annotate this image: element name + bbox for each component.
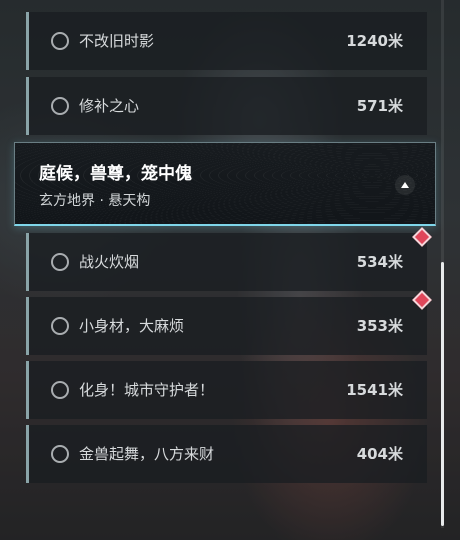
- area-title: 庭候，兽尊，笼中傀: [39, 164, 192, 184]
- location-name: 金兽起舞，八方来财: [79, 445, 215, 463]
- location-name: 战火炊烟: [79, 253, 140, 271]
- list-item-location[interactable]: 战火炊烟 534米: [26, 233, 427, 291]
- radio-circle-icon[interactable]: [51, 445, 69, 463]
- list-item-location[interactable]: 小身材，大麻烦 353米: [26, 297, 427, 355]
- area-group-header[interactable]: 庭候，兽尊，笼中傀 玄方地界 · 悬天构: [14, 142, 436, 226]
- list-item-location[interactable]: 不改旧时影 1240米: [26, 12, 427, 70]
- location-name: 修补之心: [79, 97, 140, 115]
- radio-circle-icon[interactable]: [51, 381, 69, 399]
- location-name: 化身！城市守护者！: [79, 381, 215, 399]
- location-distance: 1240米: [346, 32, 403, 50]
- location-distance: 353米: [356, 317, 403, 335]
- chevron-up-icon[interactable]: [395, 175, 415, 195]
- list-item-location[interactable]: 修补之心 571米: [26, 77, 427, 135]
- location-distance: 571米: [356, 97, 403, 115]
- scrollbar-thumb[interactable]: [441, 262, 444, 526]
- radio-circle-icon[interactable]: [51, 317, 69, 335]
- area-subtitle: 玄方地界 · 悬天构: [39, 193, 151, 209]
- location-list: 不改旧时影 1240米 修补之心 571米 庭候，兽尊，笼中傀 玄方地界 · 悬…: [0, 0, 460, 540]
- location-name: 小身材，大麻烦: [79, 317, 185, 335]
- location-distance: 404米: [356, 445, 403, 463]
- radio-circle-icon[interactable]: [51, 253, 69, 271]
- location-distance: 1541米: [346, 381, 403, 399]
- radio-circle-icon[interactable]: [51, 97, 69, 115]
- list-item-location[interactable]: 金兽起舞，八方来财 404米: [26, 425, 427, 483]
- location-distance: 534米: [356, 253, 403, 271]
- location-name: 不改旧时影: [79, 32, 155, 50]
- radio-circle-icon[interactable]: [51, 32, 69, 50]
- list-item-location[interactable]: 化身！城市守护者！ 1541米: [26, 361, 427, 419]
